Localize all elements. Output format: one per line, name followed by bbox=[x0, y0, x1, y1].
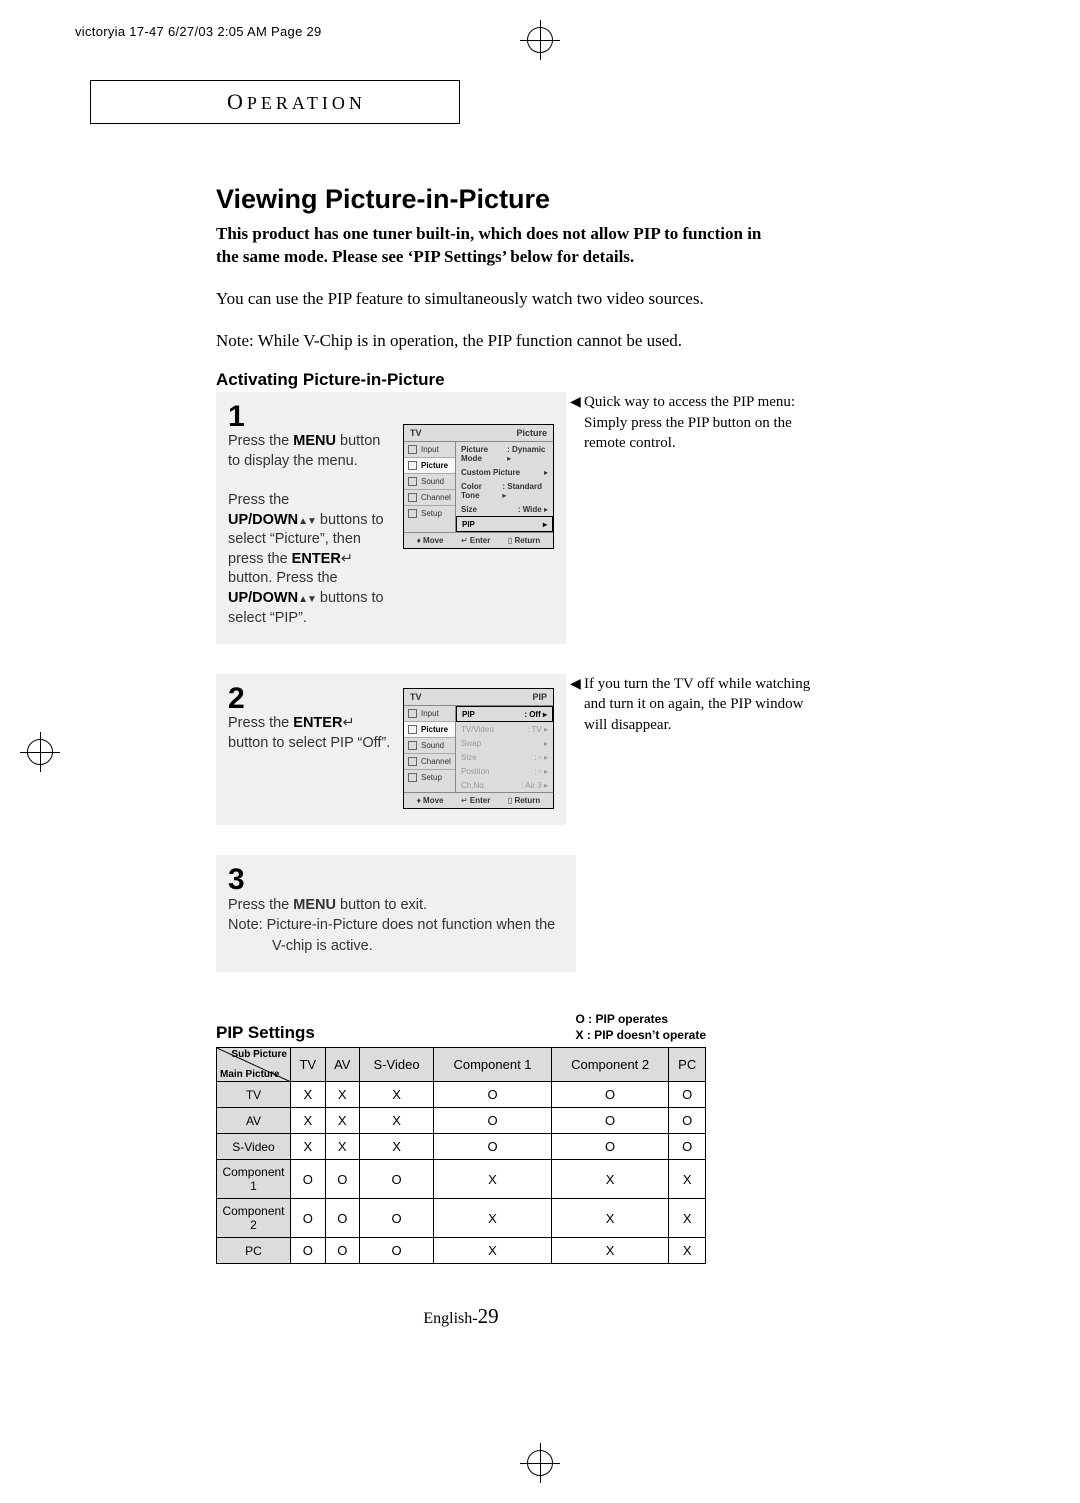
table-row: S-Video XXXOOO bbox=[217, 1134, 706, 1160]
print-slug: victoryia 17-47 6/27/03 2:05 AM Page 29 bbox=[75, 24, 322, 39]
osd-picture-menu: TVPicture Input Picture Sound Channel Se… bbox=[403, 424, 554, 549]
page-title: Viewing Picture-in-Picture bbox=[216, 184, 956, 215]
section-tab: OPERATION bbox=[90, 80, 460, 124]
sound-icon bbox=[408, 741, 417, 750]
input-icon bbox=[408, 445, 417, 454]
setup-icon bbox=[408, 509, 417, 518]
page-footer: English-29 bbox=[216, 1304, 706, 1329]
table-row: PC OOOXXX bbox=[217, 1238, 706, 1264]
step-2-num: 2 bbox=[228, 684, 393, 714]
table-row: TV XXXOOO bbox=[217, 1082, 706, 1108]
move-hint: ♦ Move bbox=[417, 536, 444, 545]
page-content: OPERATION Viewing Picture-in-Picture Thi… bbox=[90, 80, 990, 1329]
activating-heading: Activating Picture-in-Picture bbox=[216, 370, 956, 390]
note-arrow-icon: ◀ bbox=[570, 676, 581, 695]
picture-icon bbox=[408, 725, 417, 734]
step-1-box: 1 Press the MENU button to display the m… bbox=[216, 392, 566, 644]
enter-hint: ↵ Enter bbox=[461, 536, 490, 545]
step-3-row: 3 Press the MENU button to exit. Note: P… bbox=[216, 855, 956, 972]
move-hint: ♦ Move bbox=[417, 796, 444, 805]
osd-sidebar: Input Picture Sound Channel Setup bbox=[404, 442, 456, 532]
step-1-text: Press the MENU button to display the men… bbox=[228, 432, 393, 628]
step-3-text: Press the MENU button to exit. Note: Pic… bbox=[228, 895, 564, 956]
step-2-text: Press the ENTER↵ button to select PIP “O… bbox=[228, 714, 393, 753]
updown-icon: ▲▼ bbox=[298, 594, 316, 605]
pip-legend: O : PIP operates X : PIP doesn’t operate bbox=[576, 1012, 706, 1043]
arrow-right-icon: ▸ bbox=[543, 710, 547, 719]
step-1-row: 1 Press the MENU button to display the m… bbox=[216, 392, 956, 644]
osd-pip-menu: TVPIP Input Picture Sound Channel Setup … bbox=[403, 688, 554, 809]
col-av: AV bbox=[325, 1048, 359, 1082]
side-note-2: ◀ If you turn the TV off while watching … bbox=[584, 674, 824, 735]
pip-settings-header: PIP Settings O : PIP operates X : PIP do… bbox=[216, 1012, 706, 1043]
arrow-right-icon: ▸ bbox=[544, 505, 548, 514]
enter-icon: ↵ bbox=[342, 715, 354, 731]
pip-settings-heading: PIP Settings bbox=[216, 1023, 315, 1043]
enter-hint: ↵ Enter bbox=[461, 796, 490, 805]
crop-mark-left bbox=[20, 732, 60, 772]
arrow-right-icon: ▸ bbox=[543, 520, 547, 529]
col-svideo: S-Video bbox=[359, 1048, 433, 1082]
step-1-num: 1 bbox=[228, 402, 393, 432]
crop-mark-top bbox=[520, 20, 560, 60]
col-comp1: Component 1 bbox=[434, 1048, 552, 1082]
table-row: Component 2 OOOXXX bbox=[217, 1199, 706, 1238]
step-3-box: 3 Press the MENU button to exit. Note: P… bbox=[216, 855, 576, 972]
crop-mark-bottom bbox=[520, 1443, 560, 1483]
picture-icon bbox=[408, 461, 417, 470]
table-corner-cell: Sub Picture Main Picture bbox=[217, 1048, 291, 1082]
return-hint: ▯ Return bbox=[508, 796, 540, 805]
table-header-row: Sub Picture Main Picture TV AV S-Video C… bbox=[217, 1048, 706, 1082]
step-3-num: 3 bbox=[228, 865, 564, 895]
intro-para-1: You can use the PIP feature to simultane… bbox=[216, 287, 776, 311]
section-label: OPERATION bbox=[107, 93, 366, 113]
enter-icon: ↵ bbox=[341, 551, 353, 567]
side-note-1: ◀ Quick way to access the PIP menu: Simp… bbox=[584, 392, 824, 453]
table-row: Component 1 OOOXXX bbox=[217, 1160, 706, 1199]
channel-icon bbox=[408, 493, 417, 502]
sound-icon bbox=[408, 477, 417, 486]
input-icon bbox=[408, 709, 417, 718]
osd-sidebar: Input Picture Sound Channel Setup bbox=[404, 706, 456, 792]
setup-icon bbox=[408, 773, 417, 782]
step-2-row: 2 Press the ENTER↵ button to select PIP … bbox=[216, 674, 956, 825]
col-pc: PC bbox=[669, 1048, 706, 1082]
arrow-right-icon: ▸ bbox=[502, 491, 506, 500]
intro-bold: This product has one tuner built-in, whi… bbox=[216, 223, 776, 269]
channel-icon bbox=[408, 757, 417, 766]
updown-icon: ▲▼ bbox=[298, 516, 316, 527]
step-2-box: 2 Press the ENTER↵ button to select PIP … bbox=[216, 674, 566, 825]
col-comp2: Component 2 bbox=[551, 1048, 669, 1082]
intro-note: Note: While V-Chip is in operation, the … bbox=[216, 329, 776, 353]
note-arrow-icon: ◀ bbox=[570, 394, 581, 413]
arrow-right-icon: ▸ bbox=[544, 468, 548, 477]
return-hint: ▯ Return bbox=[508, 536, 540, 545]
table-row: AV XXXOOO bbox=[217, 1108, 706, 1134]
col-tv: TV bbox=[291, 1048, 326, 1082]
pip-settings-table: Sub Picture Main Picture TV AV S-Video C… bbox=[216, 1047, 706, 1264]
arrow-right-icon: ▸ bbox=[507, 454, 511, 463]
